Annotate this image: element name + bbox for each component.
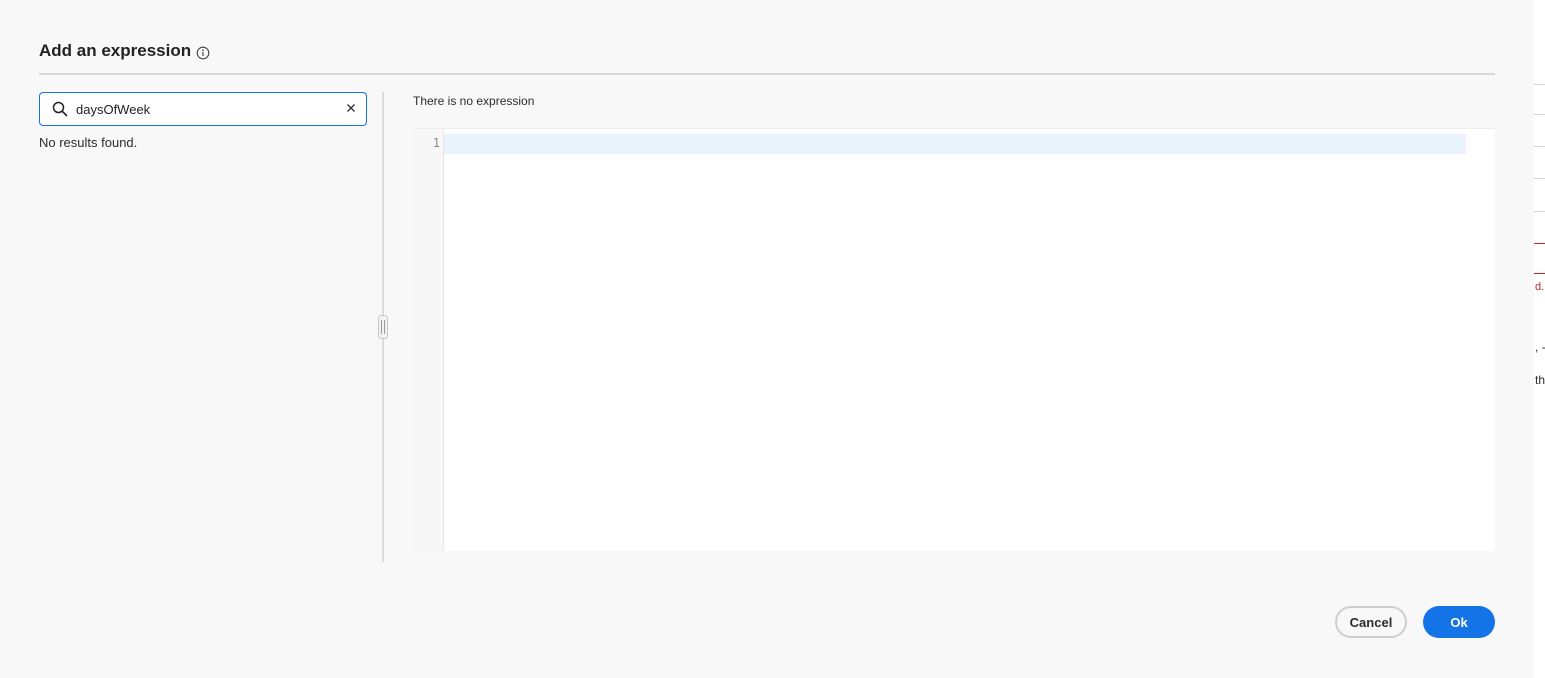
dialog-title: Add an expression [39,41,210,61]
background-error-border [1534,243,1545,244]
background-row-divider [1534,211,1545,212]
add-expression-dialog: Add an expression No re [0,0,1534,678]
expression-editor[interactable]: 1 [413,128,1495,551]
no-results-message: No results found. [39,135,138,150]
search-input[interactable] [76,94,336,124]
splitter-drag-handle[interactable] [378,315,388,339]
ok-button[interactable]: Ok [1423,606,1495,638]
line-number: 1 [432,136,440,150]
background-row-divider [1534,114,1545,115]
cancel-button[interactable]: Cancel [1335,606,1407,638]
search-icon [52,101,68,117]
drag-handle-grip [384,320,385,334]
info-icon[interactable] [196,45,210,60]
background-row-divider [1534,178,1545,179]
search-field [39,92,367,126]
editor-gutter: 1 [413,129,444,551]
title-divider [39,73,1495,75]
editor-active-line[interactable] [444,134,1466,154]
expression-status: There is no expression [413,94,535,108]
background-error-text: d. [1535,281,1545,293]
background-error-border [1534,273,1545,274]
drag-handle-grip [381,320,382,334]
clear-search-button[interactable] [336,94,366,124]
dialog-title-text: Add an expression [39,41,192,60]
background-page: d. , - th [1534,0,1545,678]
background-text: , - [1535,340,1545,354]
close-icon [346,100,356,118]
background-row-divider [1534,146,1545,147]
background-row-divider [1534,84,1545,85]
background-text: th [1535,373,1545,387]
